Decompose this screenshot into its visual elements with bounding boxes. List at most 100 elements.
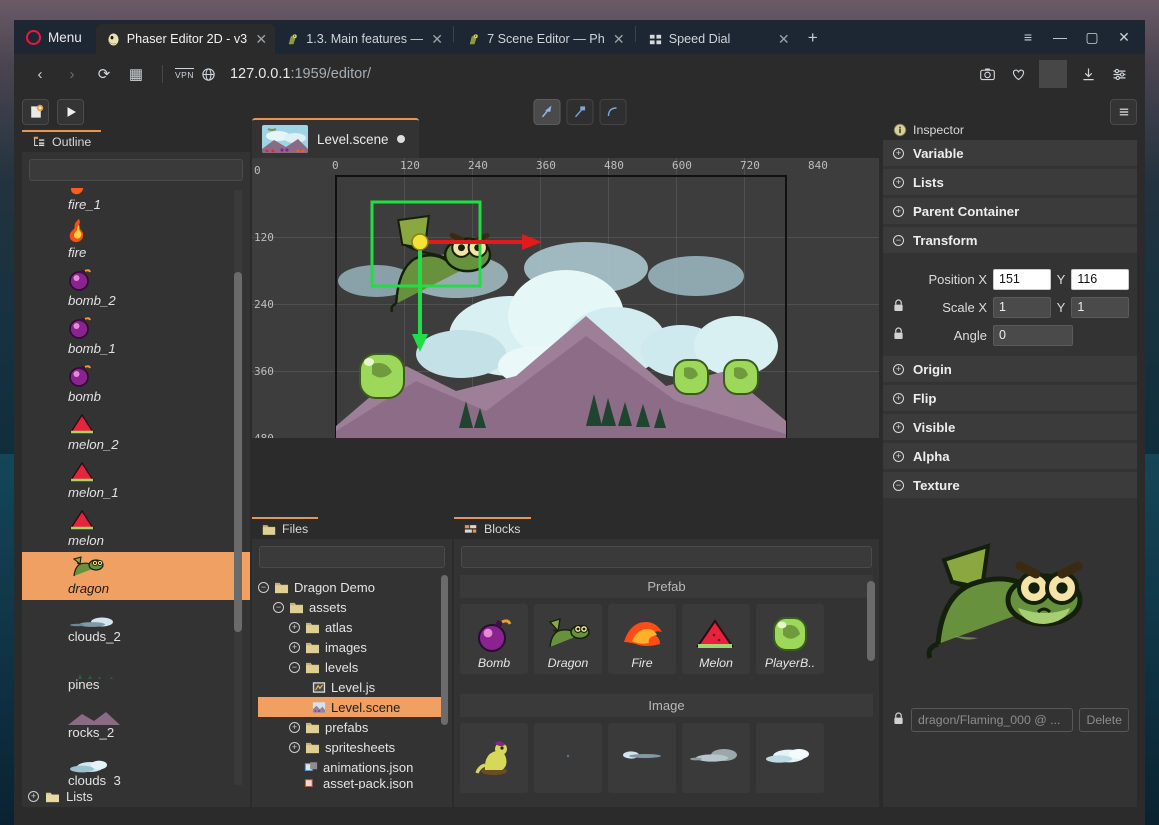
file-tree-row-dragon-demo[interactable]: − Dragon Demo: [258, 577, 452, 597]
vpn-indicator[interactable]: VPN: [175, 67, 216, 82]
file-tree-row-levels[interactable]: − levels: [258, 657, 452, 677]
browser-tab-3-close-icon[interactable]: ✕: [776, 31, 792, 48]
expand-icon[interactable]: +: [289, 741, 300, 753]
outline-tab[interactable]: Outline: [22, 130, 102, 152]
reload-icon[interactable]: ⟳: [90, 60, 118, 88]
outline-item-clouds_2[interactable]: clouds_2: [22, 600, 250, 648]
scene-canvas[interactable]: 0 120 240 360 480 600 720 840 0 120 240 …: [252, 158, 879, 438]
speed-dial-icon[interactable]: ▦: [122, 60, 150, 88]
back-icon[interactable]: ‹: [26, 60, 54, 88]
angle-input[interactable]: 0: [993, 324, 1073, 346]
minimize-icon[interactable]: —: [1045, 25, 1075, 49]
block-item-playerbullet[interactable]: PlayerB..: [756, 604, 824, 674]
block-item-fire[interactable]: Fire: [608, 604, 676, 674]
expand-icon[interactable]: +: [893, 392, 904, 404]
file-tree-row-animations-json[interactable]: animations.json: [258, 757, 452, 777]
blocks-scrollbar-thumb[interactable]: [867, 581, 875, 661]
collapse-icon[interactable]: −: [289, 661, 300, 673]
block-item-bomb[interactable]: Bomb: [460, 604, 528, 674]
expand-icon[interactable]: +: [893, 363, 904, 375]
outline-item-rocks_2[interactable]: rocks_2: [22, 696, 250, 744]
browser-tab-2[interactable]: 7 Scene Editor — Ph ✕: [456, 24, 633, 54]
block-item-cloud3[interactable]: [756, 723, 824, 793]
new-file-button[interactable]: [22, 99, 49, 125]
collapse-icon[interactable]: −: [893, 234, 904, 246]
position-x-input[interactable]: 151: [993, 268, 1051, 290]
files-search-input[interactable]: [259, 546, 445, 568]
forward-icon[interactable]: ›: [58, 60, 86, 88]
blocks-tab[interactable]: Blocks: [454, 517, 531, 539]
outline-scrollbar-thumb[interactable]: [234, 272, 242, 632]
collapse-icon[interactable]: −: [893, 479, 904, 491]
file-tree-row-level-scene[interactable]: Level.scene: [258, 697, 446, 717]
inspector-section-alpha[interactable]: + Alpha: [883, 443, 1137, 469]
files-scrollbar-thumb[interactable]: [441, 575, 448, 725]
files-tree[interactable]: − Dragon Demo − assets + atlas + images …: [252, 575, 452, 789]
lock-icon[interactable]: [891, 327, 905, 343]
position-y-input[interactable]: 116: [1071, 268, 1129, 290]
expand-icon[interactable]: +: [893, 147, 904, 159]
outline-item-bomb[interactable]: bomb: [22, 360, 250, 408]
outline-list[interactable]: fire_1 fire bomb_2 bomb_1 bomb melon_2 m…: [22, 188, 250, 785]
block-item-melon[interactable]: Melon: [682, 604, 750, 674]
expand-icon[interactable]: +: [289, 641, 300, 653]
lock-icon[interactable]: [891, 299, 905, 315]
outline-item-fire[interactable]: fire: [22, 216, 250, 264]
block-item-cloud1[interactable]: [608, 723, 676, 793]
file-tree-row-atlas[interactable]: + atlas: [258, 617, 452, 637]
delete-texture-button[interactable]: Delete: [1079, 708, 1129, 732]
url-text[interactable]: 127.0.0.1:1959/editor/: [230, 66, 371, 82]
expand-icon[interactable]: +: [289, 721, 300, 733]
file-tree-row-level-js[interactable]: Level.js: [258, 677, 452, 697]
collapse-icon[interactable]: −: [273, 601, 284, 613]
lock-icon[interactable]: [891, 712, 905, 728]
outline-item-bomb_1[interactable]: bomb_1: [22, 312, 250, 360]
collapse-icon[interactable]: −: [258, 581, 269, 593]
outline-item-pines[interactable]: pines: [22, 648, 250, 696]
settings-icon[interactable]: [1105, 60, 1133, 88]
expand-icon[interactable]: +: [893, 176, 904, 188]
expand-icon[interactable]: +: [28, 790, 39, 802]
scene-tab[interactable]: Level.scene: [252, 118, 420, 158]
opera-menu-button[interactable]: Menu: [16, 20, 96, 54]
new-tab-button[interactable]: +: [798, 28, 828, 54]
file-tree-row-asset-pack-json[interactable]: asset-pack.json: [258, 777, 452, 789]
texture-key-field[interactable]: dragon/Flaming_000 @ ...: [911, 708, 1074, 732]
inspector-section-variable[interactable]: + Variable: [883, 140, 1137, 166]
camera-icon[interactable]: [973, 60, 1001, 88]
inspector-section-lists[interactable]: + Lists: [883, 169, 1137, 195]
block-item-dino[interactable]: [460, 723, 528, 793]
expand-icon[interactable]: +: [893, 421, 904, 433]
expand-icon[interactable]: +: [289, 621, 300, 633]
inspector-section-texture[interactable]: − Texture: [883, 472, 1137, 498]
block-item-cloud2[interactable]: [682, 723, 750, 793]
outline-item-bomb_2[interactable]: bomb_2: [22, 264, 250, 312]
block-item-tiny[interactable]: [534, 723, 602, 793]
browser-tab-1[interactable]: 1.3. Main features — ✕: [275, 24, 451, 54]
tab-list-icon[interactable]: ≡: [1013, 25, 1043, 49]
close-icon[interactable]: ✕: [1109, 25, 1139, 49]
scale-x-input[interactable]: 1: [993, 296, 1051, 318]
blocks-search-input[interactable]: [461, 546, 872, 568]
files-tab[interactable]: Files: [252, 517, 319, 539]
inspector-section-transform[interactable]: − Transform: [883, 227, 1137, 253]
inspector-section-origin[interactable]: + Origin: [883, 356, 1137, 382]
outline-search-input[interactable]: [29, 159, 243, 181]
outline-lists-node[interactable]: + Lists: [22, 785, 250, 807]
browser-tab-2-close-icon[interactable]: ✕: [611, 31, 627, 48]
expand-icon[interactable]: +: [893, 205, 904, 217]
scale-y-input[interactable]: 1: [1071, 296, 1129, 318]
outline-item-melon[interactable]: melon: [22, 504, 250, 552]
outline-item-fire_1[interactable]: fire_1: [22, 188, 250, 216]
play-button[interactable]: [57, 99, 84, 125]
outline-item-dragon[interactable]: dragon: [22, 552, 250, 600]
file-tree-row-prefabs[interactable]: + prefabs: [258, 717, 452, 737]
browser-tab-1-close-icon[interactable]: ✕: [429, 31, 445, 48]
outline-item-melon_1[interactable]: melon_1: [22, 456, 250, 504]
maximize-icon[interactable]: ▢: [1077, 25, 1107, 49]
inspector-section-flip[interactable]: + Flip: [883, 385, 1137, 411]
file-tree-row-spritesheets[interactable]: + spritesheets: [258, 737, 452, 757]
outline-item-clouds_3[interactable]: clouds_3: [22, 744, 250, 785]
file-tree-row-assets[interactable]: − assets: [258, 597, 452, 617]
outline-item-melon_2[interactable]: melon_2: [22, 408, 250, 456]
